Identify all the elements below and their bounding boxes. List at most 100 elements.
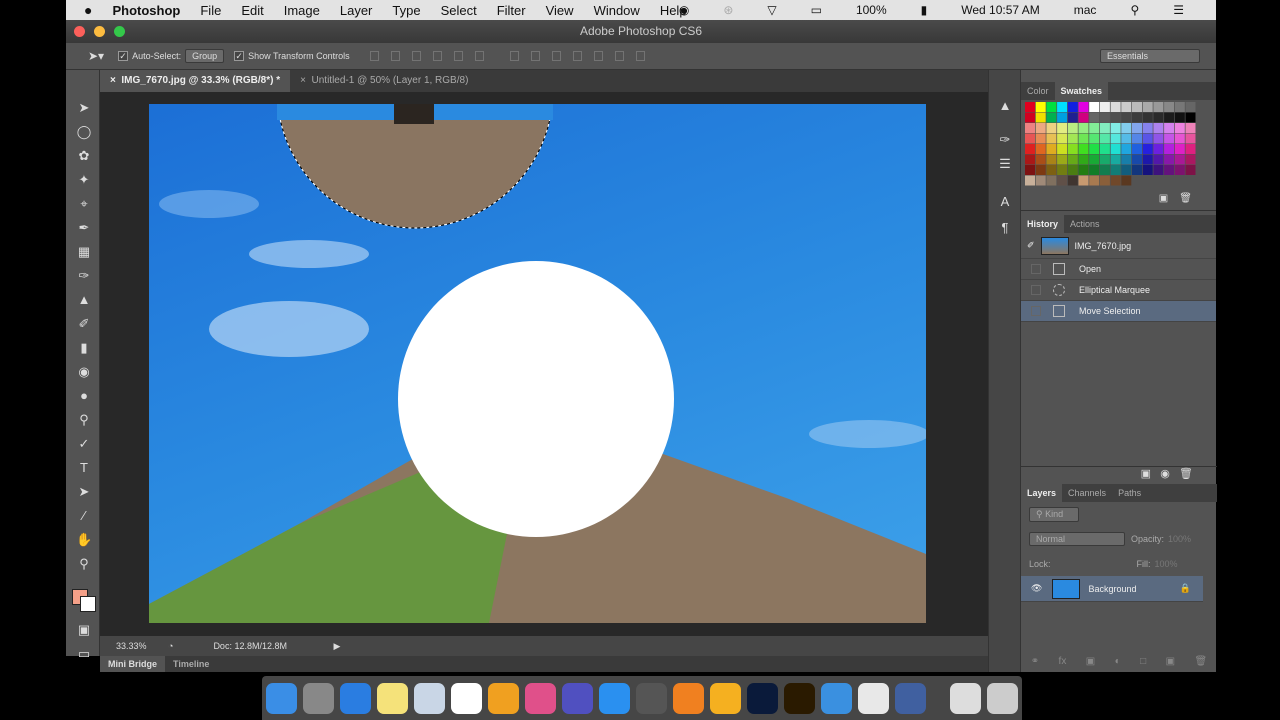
layer-row-background[interactable]: 👁 Background 🔒 bbox=[1021, 576, 1203, 602]
hand-tool-icon[interactable]: ✋ bbox=[76, 532, 92, 548]
swatch[interactable] bbox=[1174, 112, 1185, 123]
swatch[interactable] bbox=[1078, 112, 1089, 123]
swatch[interactable] bbox=[1078, 175, 1089, 186]
quicktime-dock-icon[interactable] bbox=[895, 682, 926, 714]
swatch[interactable] bbox=[1110, 144, 1121, 154]
swatch[interactable] bbox=[1099, 123, 1110, 133]
path-selection-tool-icon[interactable]: ➤ bbox=[76, 484, 92, 500]
swatch[interactable] bbox=[1132, 133, 1142, 144]
line-tool-icon[interactable]: ∕ bbox=[76, 508, 92, 524]
swatch[interactable] bbox=[1185, 165, 1196, 175]
paint-bucket-tool-icon[interactable]: ◉ bbox=[76, 364, 92, 380]
histogram-icon[interactable]: ▲ bbox=[997, 98, 1013, 114]
swatch[interactable] bbox=[1078, 165, 1089, 175]
tab-swatches[interactable]: Swatches bbox=[1054, 82, 1109, 100]
swatch[interactable] bbox=[1099, 112, 1110, 123]
tab-history[interactable]: History bbox=[1021, 215, 1065, 233]
swatch[interactable] bbox=[1164, 123, 1175, 133]
swatch[interactable] bbox=[1185, 154, 1196, 165]
swatch[interactable] bbox=[1025, 175, 1035, 186]
photos-dock-icon[interactable] bbox=[488, 682, 519, 714]
zoom-level[interactable]: 33.33% bbox=[116, 641, 152, 651]
notification-center-icon[interactable]: ☰ bbox=[1173, 3, 1184, 17]
menu-layer[interactable]: Layer bbox=[340, 3, 373, 18]
lasso-tool-icon[interactable]: ✿ bbox=[76, 148, 92, 164]
swatch[interactable] bbox=[1067, 144, 1078, 154]
swatch[interactable] bbox=[1067, 112, 1078, 123]
finder-dock-icon[interactable] bbox=[266, 682, 297, 714]
swatch[interactable] bbox=[1121, 112, 1132, 123]
zoom-tool-icon[interactable]: ⚲ bbox=[76, 556, 92, 572]
swatch[interactable] bbox=[1121, 175, 1132, 186]
swatch[interactable] bbox=[1110, 102, 1121, 112]
menu-file[interactable]: File bbox=[200, 3, 221, 18]
swatch[interactable] bbox=[1035, 144, 1046, 154]
align-vcenter-icon[interactable] bbox=[390, 51, 400, 61]
swatch[interactable] bbox=[1132, 165, 1142, 175]
align-top-icon[interactable] bbox=[369, 51, 379, 61]
tab-actions[interactable]: Actions bbox=[1064, 215, 1106, 233]
spotlight-icon[interactable]: ⚲ bbox=[1130, 3, 1139, 17]
swatch[interactable] bbox=[1174, 133, 1185, 144]
align-hcenter-icon[interactable] bbox=[453, 51, 463, 61]
swatch[interactable] bbox=[1046, 144, 1057, 154]
swatch[interactable] bbox=[1046, 112, 1057, 123]
swatch[interactable] bbox=[1067, 133, 1078, 144]
swatch[interactable] bbox=[1164, 165, 1175, 175]
swatch[interactable] bbox=[1153, 144, 1164, 154]
swatch[interactable] bbox=[1185, 144, 1196, 154]
swatch[interactable] bbox=[1078, 133, 1089, 144]
swatch[interactable] bbox=[1185, 123, 1196, 133]
record-icon[interactable]: ◉ bbox=[679, 3, 689, 17]
swatch[interactable] bbox=[1046, 154, 1057, 165]
swatch[interactable] bbox=[1132, 102, 1142, 112]
swatch[interactable] bbox=[1067, 102, 1078, 112]
swatch[interactable] bbox=[1110, 133, 1121, 144]
swatch[interactable] bbox=[1078, 144, 1089, 154]
distribute-top-icon[interactable] bbox=[509, 51, 519, 61]
swatch[interactable] bbox=[1142, 144, 1153, 154]
delete-swatch-icon[interactable]: 🗑 bbox=[1179, 193, 1192, 204]
preview-dock-icon[interactable] bbox=[414, 682, 445, 714]
safari-dock-icon[interactable] bbox=[340, 682, 371, 714]
marquee-tool-icon[interactable]: ◯ bbox=[76, 124, 92, 140]
swatch[interactable] bbox=[1099, 165, 1110, 175]
character-icon[interactable]: A bbox=[997, 194, 1013, 210]
app-store-dock-icon[interactable] bbox=[599, 682, 630, 714]
xcode-dock-icon[interactable] bbox=[821, 682, 852, 714]
user-name[interactable]: mac bbox=[1074, 3, 1097, 17]
battery-icon[interactable]: ▮ bbox=[921, 3, 928, 17]
magic-wand-tool-icon[interactable]: ✦ bbox=[76, 172, 92, 188]
swatch[interactable] bbox=[1025, 165, 1035, 175]
eraser-tool-icon[interactable]: ▮ bbox=[76, 340, 92, 356]
wifi-icon[interactable]: ▽ bbox=[767, 3, 776, 17]
camera-icon[interactable]: ◉ bbox=[1160, 468, 1170, 480]
distribute-vcenter-icon[interactable] bbox=[530, 51, 540, 61]
history-snapshot[interactable]: ✐ IMG_7670.jpg bbox=[1021, 233, 1216, 259]
swatch[interactable] bbox=[1057, 112, 1068, 123]
swatch[interactable] bbox=[1089, 154, 1100, 165]
adjustments-icon[interactable]: ☰ bbox=[997, 156, 1013, 172]
illustrator-dock-icon[interactable] bbox=[784, 682, 815, 714]
swatch[interactable] bbox=[1099, 154, 1110, 165]
bluetooth-icon[interactable]: ⊛ bbox=[723, 3, 733, 17]
swatch[interactable] bbox=[1057, 175, 1068, 186]
swatch[interactable] bbox=[1078, 123, 1089, 133]
calendar-dock-icon[interactable] bbox=[451, 682, 482, 714]
swatch[interactable] bbox=[1110, 175, 1121, 186]
tab-color[interactable]: Color bbox=[1021, 82, 1055, 100]
screen-mode-icon[interactable]: ▭ bbox=[76, 646, 92, 662]
swatch[interactable] bbox=[1153, 102, 1164, 112]
swatch[interactable] bbox=[1174, 123, 1185, 133]
swatch[interactable] bbox=[1078, 154, 1089, 165]
swatch-grid[interactable] bbox=[1021, 100, 1217, 190]
auto-align-icon[interactable] bbox=[635, 51, 645, 61]
swatch[interactable] bbox=[1153, 165, 1164, 175]
swatch[interactable] bbox=[1164, 112, 1175, 123]
swatch[interactable] bbox=[1025, 154, 1035, 165]
swatch[interactable] bbox=[1132, 154, 1142, 165]
chrome-dock-icon[interactable] bbox=[858, 682, 889, 714]
clock[interactable]: Wed 10:57 AM bbox=[961, 3, 1040, 17]
history-item-elliptical-marquee[interactable]: Elliptical Marquee bbox=[1021, 280, 1216, 301]
swatch[interactable] bbox=[1078, 102, 1089, 112]
